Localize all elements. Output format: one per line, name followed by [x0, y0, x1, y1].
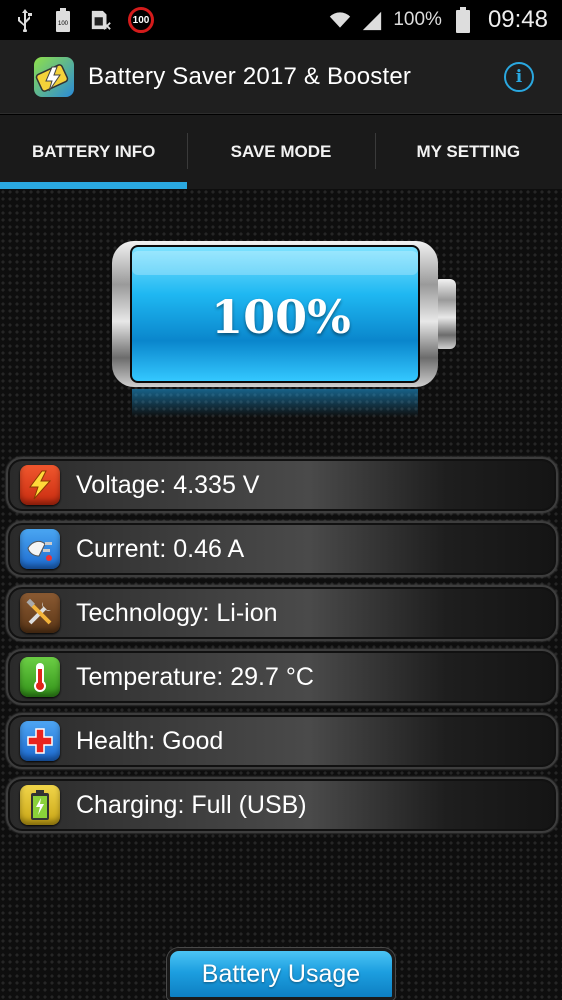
- svg-text:100: 100: [58, 21, 69, 27]
- info-row-label: Technology: Li-ion: [76, 598, 278, 627]
- signal-icon: [361, 8, 383, 32]
- info-row-label: Temperature: 29.7 °C: [76, 662, 314, 691]
- battery-info-list: Voltage: 4.335 V Current: 0.46 A Technol…: [6, 457, 558, 841]
- thermometer-icon: [20, 657, 60, 697]
- info-icon[interactable]: i: [504, 61, 534, 92]
- info-row-health[interactable]: Health: Good: [6, 713, 558, 769]
- info-row-current[interactable]: Current: 0.46 A: [6, 521, 558, 577]
- tab-bar: BATTERY INFO SAVE MODE MY SETTING: [0, 115, 562, 189]
- battery-percent-label: 100%: [211, 289, 351, 344]
- info-row-temperature[interactable]: Temperature: 29.7 °C: [6, 649, 558, 705]
- app-bar: Battery Saver 2017 & Booster i: [0, 40, 562, 114]
- tab-battery-info[interactable]: BATTERY INFO: [0, 115, 188, 189]
- usb-icon: [14, 8, 36, 32]
- lightning-icon: [20, 465, 60, 505]
- battery-graphic: 100%: [108, 239, 458, 419]
- info-row-label: Current: 0.46 A: [76, 534, 245, 563]
- info-row-label: Health: Good: [76, 726, 224, 755]
- battery-percent-text: 100%: [393, 9, 442, 30]
- wifi-icon: [329, 8, 351, 32]
- clock: 09:48: [487, 6, 548, 33]
- health-cross-icon: [20, 721, 60, 761]
- battery-100-icon: 100: [52, 8, 74, 32]
- info-row-technology[interactable]: Technology: Li-ion: [6, 585, 558, 641]
- info-row-charging[interactable]: Charging: Full (USB): [6, 777, 558, 833]
- tab-save-mode[interactable]: SAVE MODE: [187, 115, 374, 189]
- charging-battery-icon: [20, 785, 60, 825]
- app-title: Battery Saver 2017 & Booster: [88, 62, 412, 90]
- info-row-label: Voltage: 4.335 V: [76, 470, 260, 499]
- tools-icon: [20, 593, 60, 633]
- info-row-label: Charging: Full (USB): [76, 790, 307, 819]
- app-logo-icon: [32, 55, 76, 99]
- speed-limit-100-icon: 100: [128, 7, 154, 33]
- status-bar: 100 100 100% 09:48: [0, 0, 562, 40]
- battery-usage-button[interactable]: Battery Usage: [167, 948, 395, 1000]
- sim-card-icon: [90, 8, 112, 32]
- info-row-voltage[interactable]: Voltage: 4.335 V: [6, 457, 558, 513]
- plug-icon: [20, 529, 60, 569]
- tab-my-setting[interactable]: MY SETTING: [374, 115, 562, 189]
- main-panel: 100% Voltage: 4.335 V Current: 0.46 A Te…: [0, 189, 562, 1000]
- battery-icon: [452, 7, 474, 33]
